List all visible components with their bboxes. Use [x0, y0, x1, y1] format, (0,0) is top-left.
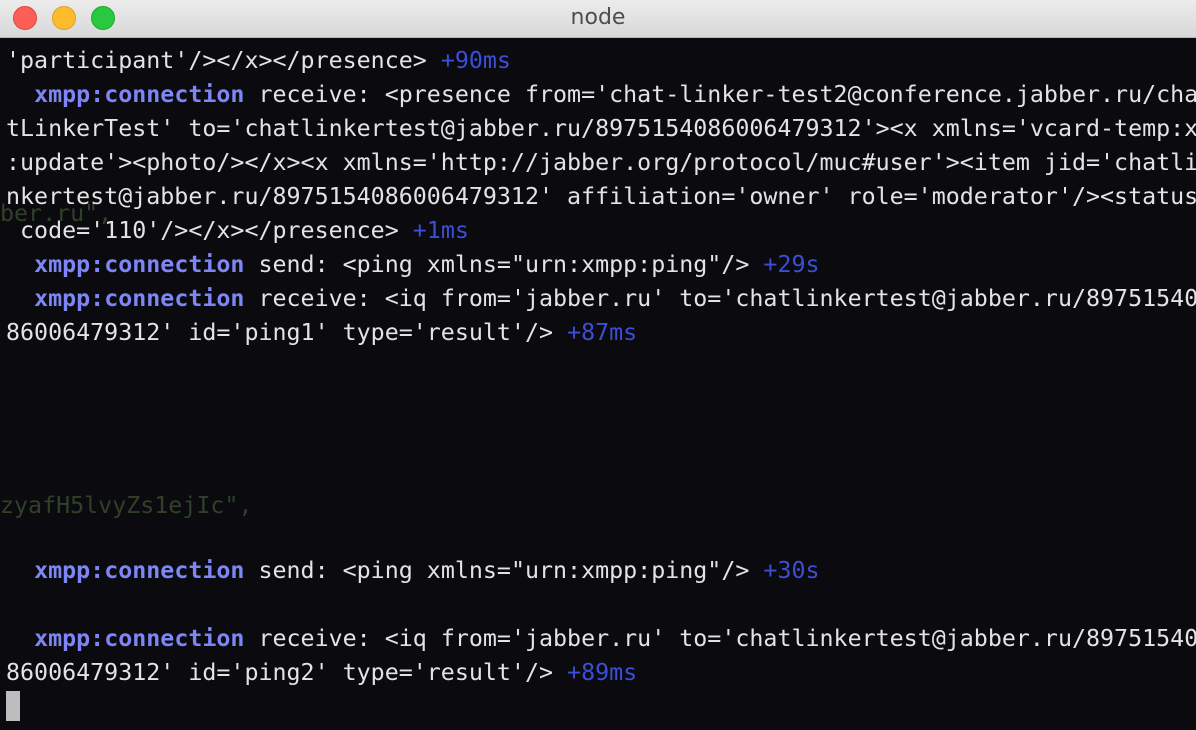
log-line-7: xmpp:connection send: <ping xmlns="urn:x…	[6, 248, 820, 282]
time-delta: +87ms	[567, 319, 638, 346]
terminal-cursor	[6, 691, 20, 721]
terminal-window: node ber.ru", zyafH5lvyZs1ejIc", 'partic…	[0, 0, 1196, 730]
time-delta: +1ms	[412, 217, 469, 244]
log-text: code='110'/></x></presence>	[6, 217, 413, 244]
log-line-8: xmpp:connection receive: <iq from='jabbe…	[6, 282, 1196, 316]
title-bar[interactable]: node	[0, 0, 1196, 38]
log-line-2: xmpp:connection receive: <presence from=…	[6, 78, 1196, 112]
log-line-1: 'participant'/></x></presence> +90ms	[6, 44, 511, 78]
debug-namespace: xmpp:connection	[34, 285, 245, 312]
log-text: 86006479312' id='ping1' type='result'/>	[6, 319, 568, 346]
debug-namespace: xmpp:connection	[34, 557, 245, 584]
log-line-6: code='110'/></x></presence> +1ms	[6, 214, 469, 248]
log-text: 86006479312' id='ping2' type='result'/>	[6, 659, 568, 686]
log-text: receive: <iq from='jabber.ru' to='chatli…	[244, 625, 1196, 652]
log-line-3: tLinkerTest' to='chatlinkertest@jabber.r…	[6, 115, 1196, 142]
log-text: receive: <iq from='jabber.ru' to='chatli…	[244, 285, 1196, 312]
log-text: send: <ping xmlns="urn:xmpp:ping"/>	[244, 251, 764, 278]
log-line-5: nkertest@jabber.ru/8975154086006479312' …	[6, 183, 1196, 210]
ghost-text-2: zyafH5lvyZs1ejIc",	[0, 492, 253, 519]
log-line-12: 86006479312' id='ping2' type='result'/> …	[6, 656, 637, 690]
log-line-9: 86006479312' id='ping1' type='result'/> …	[6, 316, 637, 350]
log-line-10: xmpp:connection send: <ping xmlns="urn:x…	[6, 554, 820, 588]
log-line-4: :update'><photo/></x><x xmlns='http://ja…	[6, 149, 1196, 176]
time-delta: +89ms	[567, 659, 638, 686]
debug-namespace: xmpp:connection	[34, 625, 245, 652]
time-delta: +29s	[763, 251, 820, 278]
window-title: node	[570, 5, 626, 30]
time-delta: +30s	[763, 557, 820, 584]
log-line-11: xmpp:connection receive: <iq from='jabbe…	[6, 622, 1196, 656]
log-text: 'participant'/></x></presence>	[6, 47, 441, 74]
log-text: receive: <presence from='chat-linker-tes…	[244, 81, 1196, 108]
terminal-output[interactable]: ber.ru", zyafH5lvyZs1ejIc", 'participant…	[0, 40, 1196, 730]
debug-namespace: xmpp:connection	[34, 81, 245, 108]
debug-namespace: xmpp:connection	[34, 251, 245, 278]
time-delta: +90ms	[440, 47, 511, 74]
log-text: send: <ping xmlns="urn:xmpp:ping"/>	[244, 557, 764, 584]
